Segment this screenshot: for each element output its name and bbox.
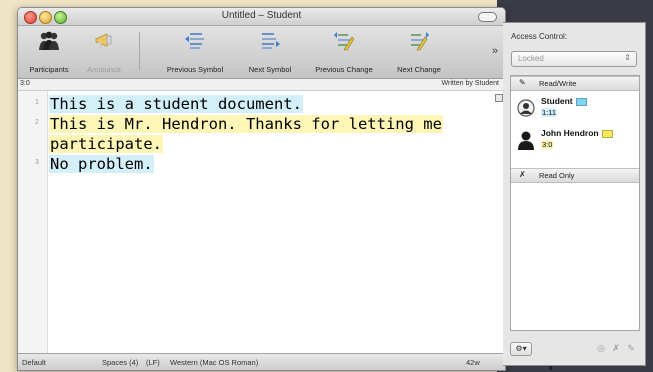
word-count: 42w xyxy=(466,358,480,367)
window-title: Untitled – Student xyxy=(221,10,302,21)
document-window: Untitled – Student Participants Announce… xyxy=(17,7,506,371)
participant-name: John Hendron xyxy=(541,128,613,138)
access-control-select[interactable]: Locked ⇕ xyxy=(511,51,637,67)
next-change-label: Next Change xyxy=(397,65,441,74)
hendron-text: This is Mr. Hendron. Thanks for letting … xyxy=(49,115,443,133)
text-line: This is Mr. Hendron. Thanks for letting … xyxy=(49,114,443,134)
mode-popup[interactable]: Default xyxy=(22,358,46,367)
participant-selection: 1:11 xyxy=(541,108,558,117)
grant-write-icon[interactable]: ✎ xyxy=(625,342,637,354)
participant-color-swatch xyxy=(601,129,613,138)
participants-drawer: Access Control: Locked ⇕ ✎ Read/Write St… xyxy=(503,22,646,366)
hendron-text: participate. xyxy=(49,135,163,153)
cursor-position: 3:0 xyxy=(20,80,30,87)
student-text: This is a student document. xyxy=(49,95,303,113)
previous-change-icon xyxy=(334,32,355,51)
gear-menu-button[interactable]: ⚙▾ xyxy=(510,342,532,356)
participant-name: Student xyxy=(541,96,587,106)
revoke-write-icon[interactable]: ✗ xyxy=(610,342,622,354)
participants-icon xyxy=(39,31,59,50)
group-label: Read Only xyxy=(539,171,575,180)
announce-label: Announce xyxy=(87,65,121,74)
access-control-value: Locked xyxy=(518,54,544,63)
student-text: No problem. xyxy=(49,155,154,173)
author-indicator: Written by Student xyxy=(441,80,499,87)
pencil-icon: ✎ xyxy=(519,78,526,87)
previous-symbol-icon xyxy=(185,33,204,49)
next-symbol-label: Next Symbol xyxy=(248,65,292,74)
drawer-bottom-bar: ⚙▾ ◎ ✗ ✎ xyxy=(503,331,645,365)
toolbar-overflow-button[interactable]: » xyxy=(492,45,498,57)
participant-selection: 3:0 xyxy=(541,140,554,149)
student-avatar-icon xyxy=(517,99,535,117)
chevron-updown-icon: ⇕ xyxy=(624,53,631,62)
tab-settings-popup[interactable]: Spaces (4) xyxy=(102,358,138,367)
next-change-button[interactable]: Next Change xyxy=(388,28,450,76)
participants-button[interactable]: Participants xyxy=(22,28,76,76)
split-view-button[interactable] xyxy=(495,94,503,102)
group-label: Read/Write xyxy=(539,79,577,88)
line-number: 2 xyxy=(35,119,39,126)
line-number: 3 xyxy=(35,159,39,166)
next-symbol-icon xyxy=(262,33,280,49)
group-read-only[interactable]: ✗ Read Only xyxy=(511,168,639,183)
previous-symbol-label: Previous Symbol xyxy=(166,65,224,74)
group-read-write[interactable]: ✎ Read/Write xyxy=(511,76,639,91)
participant-student[interactable]: Student 1:11 xyxy=(511,92,639,124)
access-control-label: Access Control: xyxy=(511,32,568,41)
text-line: No problem. xyxy=(49,154,443,174)
info-bar: 3:0 Written by Student xyxy=(18,79,505,91)
document-text[interactable]: This is a student document. This is Mr. … xyxy=(49,94,443,174)
line-number-gutter: 1 2 3 xyxy=(18,91,48,353)
line-ending-popup[interactable]: (LF) xyxy=(146,358,160,367)
title-bar[interactable]: Untitled – Student xyxy=(18,8,505,26)
participant-color-swatch xyxy=(575,97,587,106)
previous-change-button[interactable]: Previous Change xyxy=(307,28,381,76)
info-icon[interactable]: ◎ xyxy=(595,342,607,354)
megaphone-icon xyxy=(95,33,112,48)
next-symbol-button[interactable]: Next Symbol xyxy=(238,28,302,76)
user-silhouette-icon xyxy=(518,131,534,150)
text-line: This is a student document. xyxy=(49,94,443,114)
text-line: participate. xyxy=(49,134,443,154)
line-number: 1 xyxy=(35,99,39,106)
toolbar: Participants Announce Previous Symbol Ne… xyxy=(18,26,505,79)
previous-change-label: Previous Change xyxy=(315,65,373,74)
announce-button[interactable]: Announce xyxy=(80,28,128,76)
text-editor[interactable]: 1 2 3 This is a student document. This i… xyxy=(18,91,505,353)
status-bar: Default Spaces (4) (LF) Western (Mac OS … xyxy=(18,353,505,370)
previous-symbol-button[interactable]: Previous Symbol xyxy=(156,28,234,76)
encoding-popup[interactable]: Western (Mac OS Roman) xyxy=(170,358,258,367)
participant-john-hendron[interactable]: John Hendron 3:0 xyxy=(511,124,639,156)
participants-label: Participants xyxy=(29,65,69,74)
toolbar-toggle-button[interactable] xyxy=(478,12,497,22)
pencil-crossed-icon: ✗ xyxy=(519,170,526,179)
participant-list: ✎ Read/Write Student 1:11 John Hendron 3… xyxy=(510,75,640,331)
next-change-icon xyxy=(411,32,429,51)
toolbar-separator xyxy=(139,32,140,70)
